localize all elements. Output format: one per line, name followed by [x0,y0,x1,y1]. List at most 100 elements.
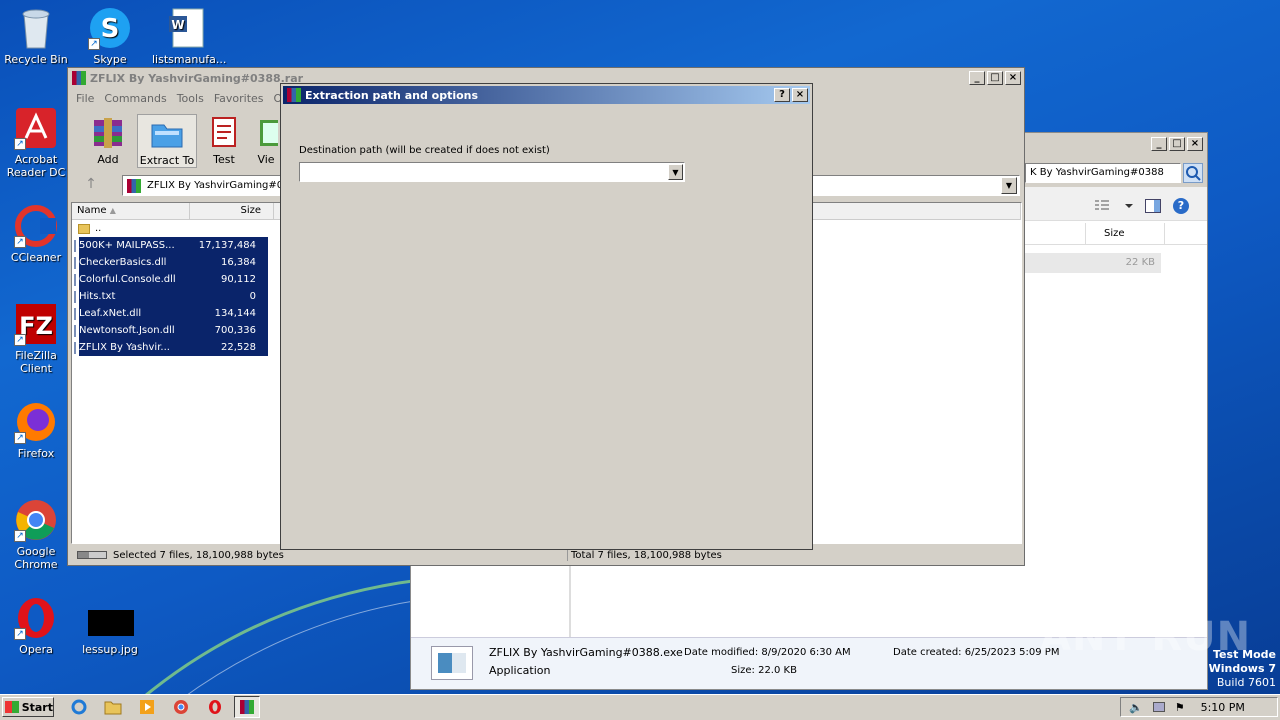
filezilla-icon[interactable]: FZ ↗ FileZilla Client [1,302,71,375]
application-icon [431,646,473,680]
menu-tools[interactable]: Tools [177,92,204,105]
minimize-button[interactable]: _ [1151,137,1167,151]
acrobat-logo-icon: ↗ [14,106,58,150]
view-button[interactable]: Vie [254,114,278,168]
column-size[interactable]: Size [1085,223,1165,245]
media-player-taskbar-icon[interactable] [134,696,160,718]
menu-file[interactable]: File [76,92,94,105]
svg-text:S: S [101,14,120,44]
trash-icon [14,6,58,50]
winrar-taskbar-icon[interactable] [234,696,260,718]
file-size: 134,144 [184,305,268,322]
file-name: Colorful.Console.dll [79,271,184,288]
extract-to-button[interactable]: Extract To [137,114,197,168]
system-tray: 🔈 ⚑ 5:10 PM [1120,697,1278,717]
filezilla-logo-icon: FZ ↗ [14,302,58,346]
close-button[interactable]: × [1005,71,1021,85]
explorer-address-bar[interactable]: K By YashvirGaming#0388 [1025,163,1181,183]
destination-path-combobox[interactable]: ▼ [299,162,685,182]
winrar-logo-icon [72,71,86,85]
svg-text:W: W [171,18,184,32]
file-name: ZFLIX By Yashvir... [79,339,184,356]
file-name: 500K+ MAILPASS... [79,237,184,254]
selected-file-size[interactable]: 22 KB [1025,253,1161,273]
column-size[interactable]: Size [190,203,274,220]
search-icon[interactable] [1183,163,1203,183]
column-name[interactable]: Name ▲ [72,203,190,220]
path-text: ZFLIX By YashvirGaming#03 [147,180,290,191]
explorer-taskbar-icon[interactable] [100,696,126,718]
icon-label: FileZilla Client [15,349,57,375]
chrome-taskbar-icon[interactable] [168,696,194,718]
volume-icon[interactable]: 🔈 [1129,701,1143,714]
drive-icon [77,551,107,559]
clipboard-test-icon [212,117,236,147]
firefox-icon[interactable]: ↗ Firefox [1,400,71,460]
add-archive-icon [94,118,122,148]
file-name: Leaf.xNet.dll [79,305,184,322]
maximize-button[interactable]: □ [987,71,1003,85]
acrobat-icon[interactable]: ↗ Acrobat Reader DC [1,106,71,179]
opera-taskbar-icon[interactable] [202,696,228,718]
lessup-jpg-icon[interactable]: lessup.jpg [75,606,145,656]
minimize-button[interactable]: _ [969,71,985,85]
icon-label: Opera [19,643,53,656]
file-icon [74,341,76,354]
toolbar-label: Vie [257,153,275,166]
toolbar-label: Test [213,153,235,166]
start-button[interactable]: Start [2,697,54,717]
details-file-type: Application [489,664,551,677]
image-thumbnail-icon [88,606,134,640]
ie-taskbar-icon[interactable] [66,696,92,718]
preview-pane-icon[interactable] [1145,199,1161,213]
up-arrow-icon[interactable]: ↑ [82,176,100,194]
chrome-icon[interactable]: ↗ Google Chrome [1,498,71,571]
menu-favorites[interactable]: Favorites [214,92,264,105]
test-button[interactable]: Test [202,114,246,168]
details-date-created: Date created: 6/25/2023 5:09 PM [893,647,1060,658]
chrome-logo-icon: ↗ [14,498,58,542]
dropdown-arrow-icon[interactable]: ▼ [668,164,683,180]
word-document-icon: W [165,6,209,50]
menu-bar: File Commands Tools Favorites Opti [76,92,307,105]
network-icon[interactable] [1152,702,1165,712]
menu-commands[interactable]: Commands [104,92,166,105]
extraction-dialog[interactable]: Extraction path and options ? × Destinat… [280,83,813,550]
dialog-titlebar[interactable]: Extraction path and options [283,86,810,104]
skype-logo-icon: S ↗ [88,6,132,50]
word-doc-icon[interactable]: W listsmanufa... [152,6,226,66]
file-icon [74,239,76,252]
add-button[interactable]: Add [82,114,134,168]
file-size: 22,528 [184,339,268,356]
view-options-icon[interactable] [1095,199,1135,216]
help-button[interactable]: ? [774,88,790,102]
file-size: 700,336 [184,322,268,339]
archive-icon [127,178,141,193]
recycle-bin-icon[interactable]: Recycle Bin [1,6,71,66]
icon-label: Google Chrome [14,545,58,571]
close-button[interactable]: × [1187,137,1203,151]
ccleaner-icon[interactable]: ↗ CCleaner [1,204,71,264]
winrar-logo-icon [287,88,301,102]
folder-extract-icon [151,124,183,148]
opera-icon[interactable]: ↗ Opera [1,596,71,656]
flag-icon[interactable]: ⚑ [1175,701,1185,714]
windows-logo-icon [5,701,19,713]
ccleaner-logo-icon: ↗ [14,204,58,248]
status-selected: Selected 7 files, 18,100,988 bytes [113,549,568,561]
winrar-title: ZFLIX By YashvirGaming#0388.rar [90,71,304,85]
help-icon[interactable]: ? [1173,198,1189,214]
file-name: CheckerBasics.dll [79,254,184,271]
skype-icon[interactable]: S ↗ Skype [75,6,145,66]
dropdown-arrow-icon[interactable]: ▼ [1001,177,1017,194]
toolbar-label: Extract To [139,154,195,167]
view-book-icon [260,120,278,146]
icon-label: Firefox [17,447,55,460]
maximize-button[interactable]: □ [1169,137,1185,151]
file-size: 17,137,484 [184,237,268,254]
icon-label: CCleaner [10,251,62,264]
close-button[interactable]: × [792,88,808,102]
clock[interactable]: 5:10 PM [1201,701,1245,714]
file-size: 90,112 [184,271,268,288]
file-name: Newtonsoft.Json.dll [79,322,184,339]
